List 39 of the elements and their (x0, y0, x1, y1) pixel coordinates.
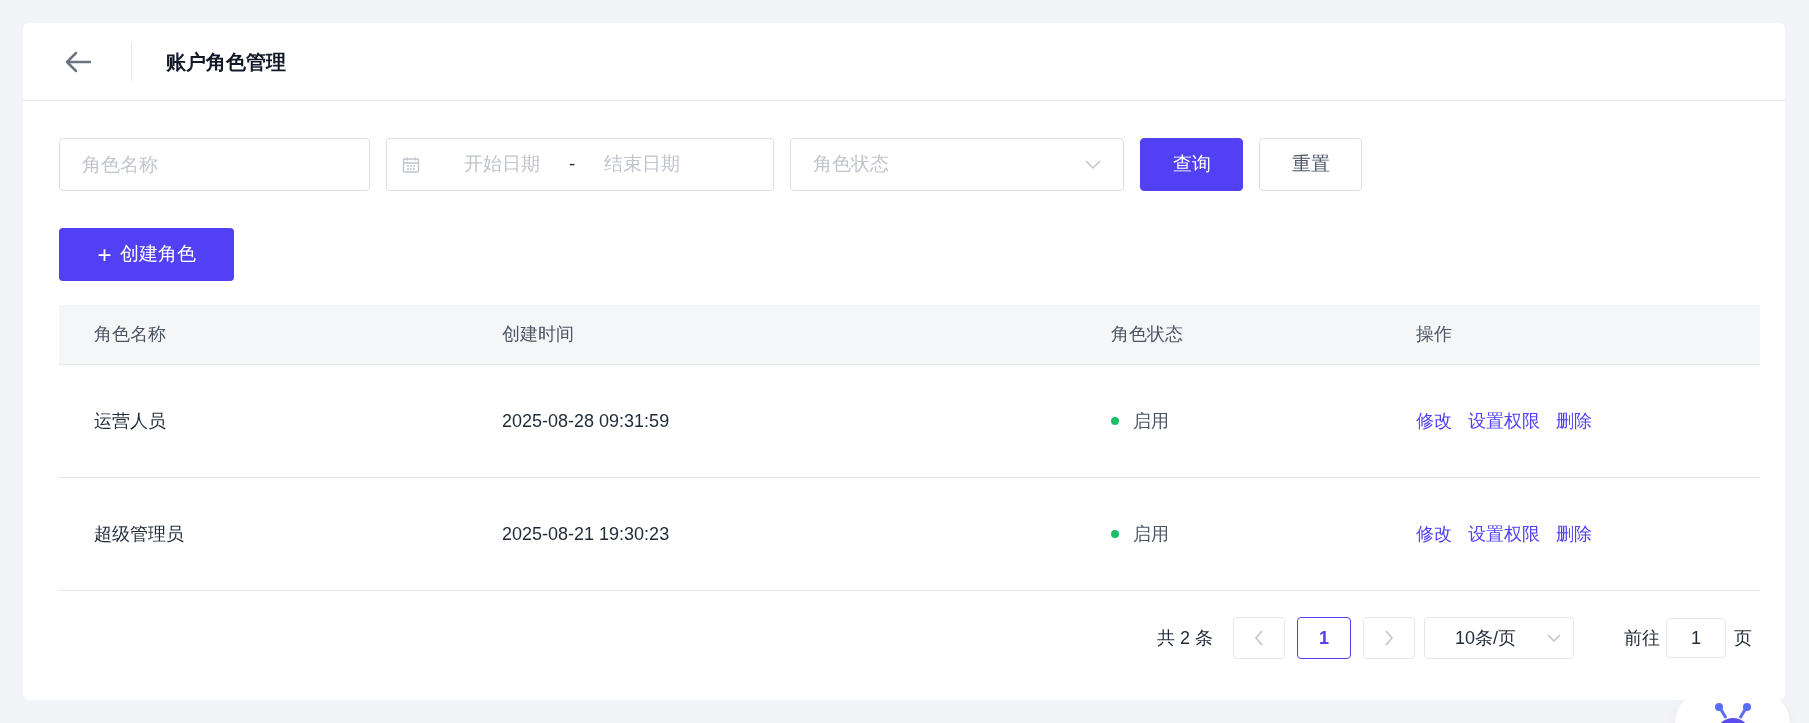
role-name: 运营人员 (94, 409, 166, 433)
chevron-right-icon (1384, 630, 1394, 646)
role-name-field[interactable]: 角色名称 (59, 138, 370, 191)
column-header: 操作 (1416, 324, 1452, 344)
column-header: 角色名称 (94, 324, 166, 344)
action-link[interactable]: 删除 (1556, 520, 1592, 548)
created-time: 2025-08-28 09:31:59 (502, 409, 670, 433)
search-button[interactable]: 查询 (1140, 138, 1243, 191)
action-link[interactable]: 修改 (1416, 407, 1452, 435)
end-date-input[interactable]: 结束日期 (587, 150, 698, 179)
create-role-button[interactable]: + 创建角色 (59, 228, 234, 281)
action-link[interactable]: 修改 (1416, 520, 1452, 548)
goto-page-field[interactable]: 1 (1666, 618, 1726, 658)
start-date-input[interactable]: 开始日期 (447, 150, 557, 179)
reset-button[interactable]: 重置 (1259, 138, 1362, 191)
date-range-field[interactable]: 开始日期 - 结束日期 (386, 138, 774, 191)
status-label: 启用 (1133, 409, 1169, 433)
role-status-input[interactable]: 角色状态 (813, 150, 1013, 179)
column-header: 创建时间 (502, 324, 574, 344)
column-header: 角色状态 (1111, 324, 1183, 344)
calendar-icon (402, 155, 420, 174)
role-status-select[interactable]: 角色状态 (790, 138, 1124, 191)
action-link[interactable]: 设置权限 (1468, 520, 1540, 548)
action-link[interactable]: 设置权限 (1468, 407, 1540, 435)
chevron-down-icon (1547, 633, 1561, 643)
page-number-button[interactable]: 1 (1297, 617, 1351, 659)
robot-icon (1712, 702, 1753, 723)
chevron-down-icon (1085, 159, 1101, 170)
total-count: 共 2 条 (1157, 626, 1213, 650)
date-separator: - (569, 152, 576, 177)
page-title: 账户角色管理 (166, 49, 286, 75)
goto-label: 前往 (1624, 626, 1660, 650)
page-size-select[interactable]: 10条/页 (1424, 617, 1574, 659)
action-link[interactable]: 删除 (1556, 407, 1592, 435)
created-time: 2025-08-21 19:30:23 (502, 522, 670, 546)
role-name: 超级管理员 (94, 522, 184, 546)
status-label: 启用 (1133, 522, 1169, 546)
chevron-left-icon (1254, 630, 1264, 646)
goto-suffix: 页 (1734, 626, 1752, 650)
